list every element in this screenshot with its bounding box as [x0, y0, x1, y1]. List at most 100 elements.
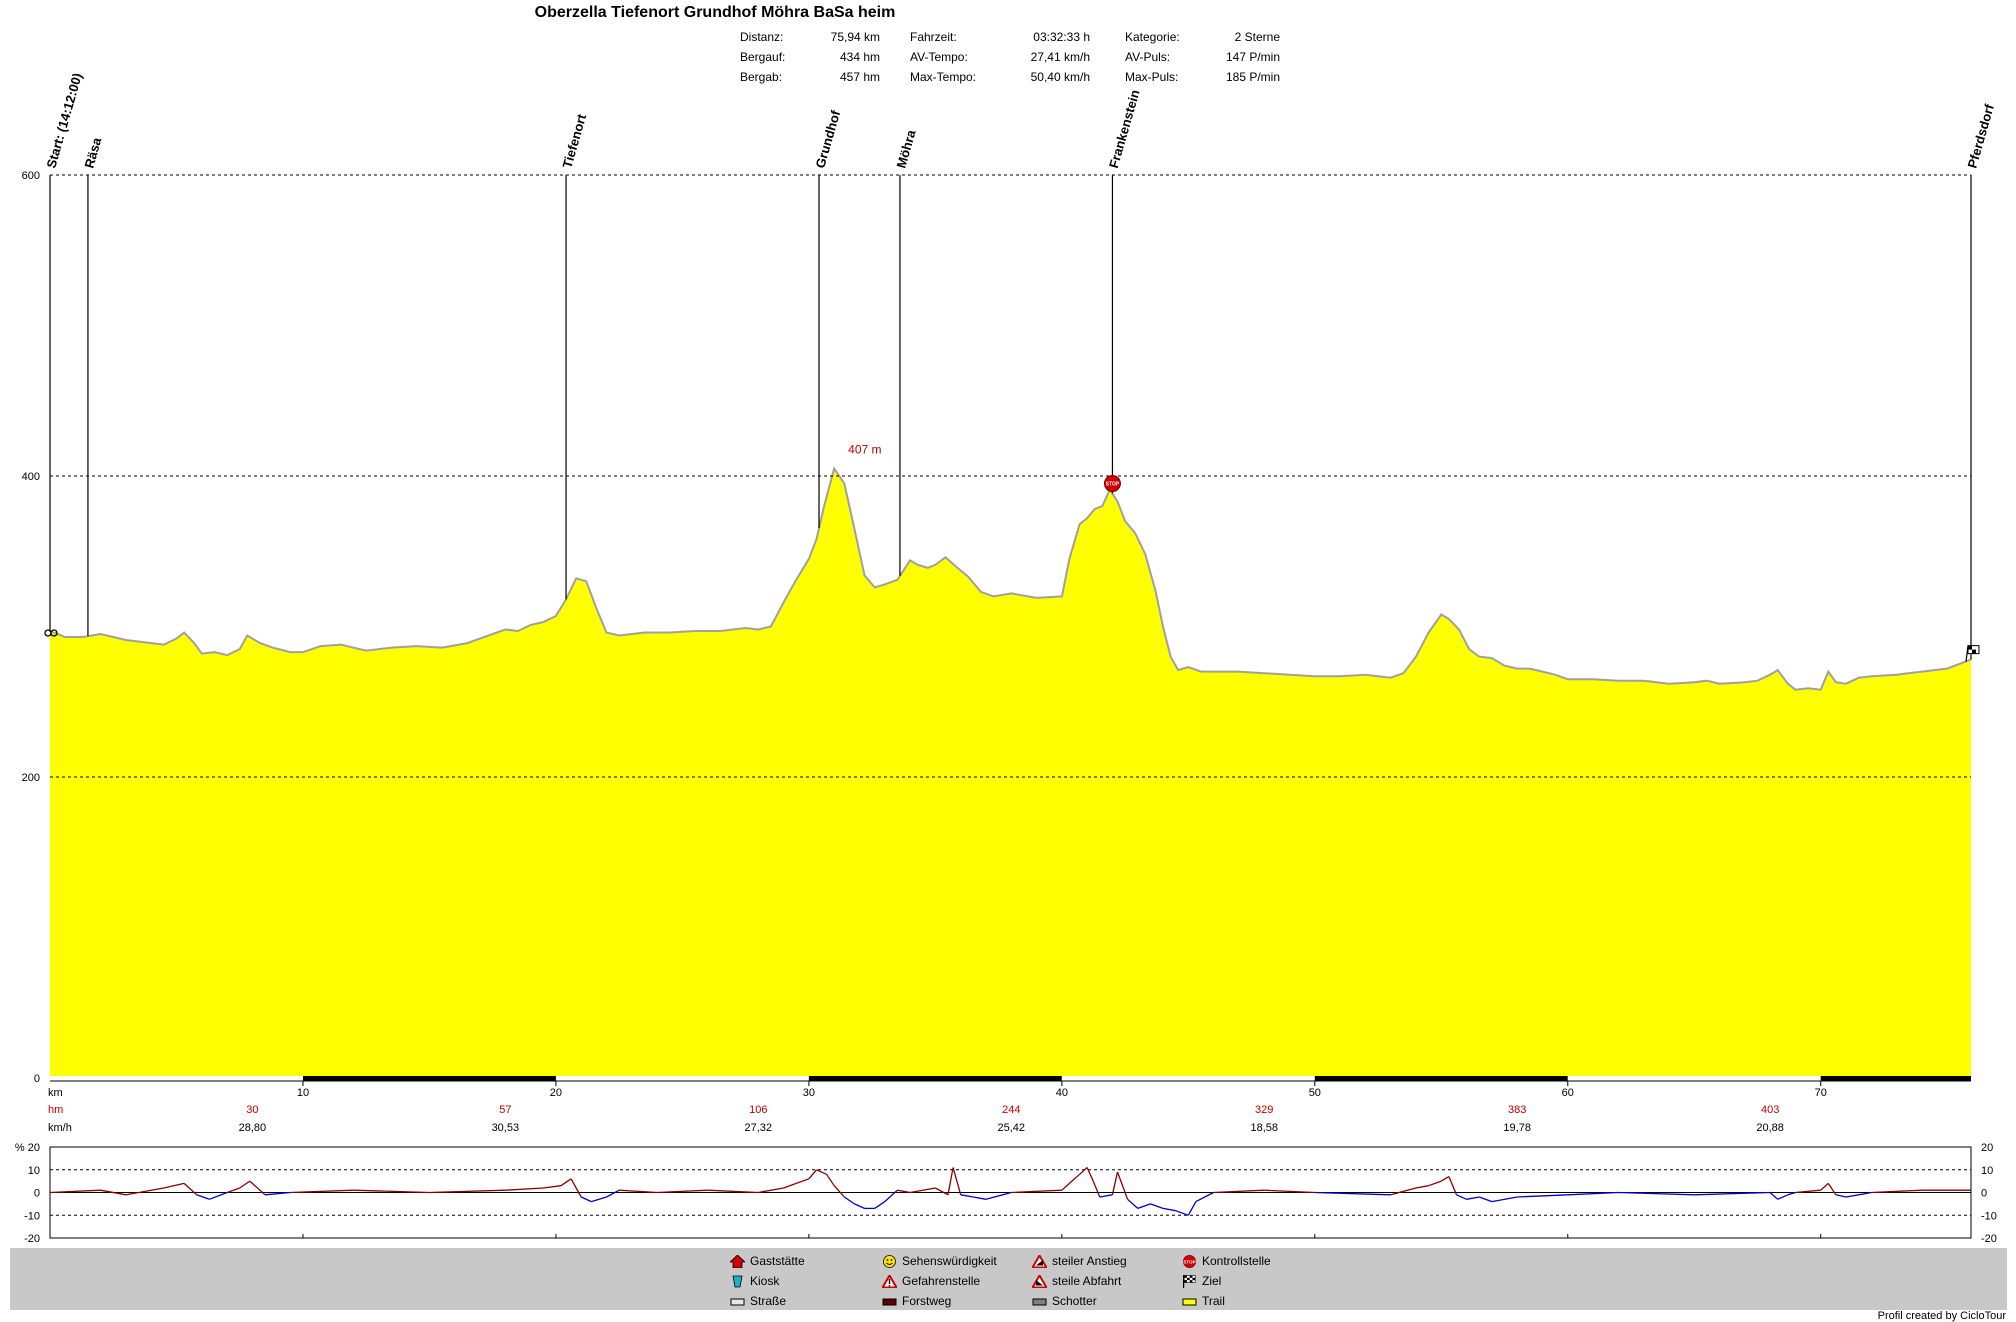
x-axis-unit: km	[48, 1087, 63, 1099]
legend-item-forstweg: Forstweg	[882, 1294, 951, 1308]
grade-segment	[1079, 1167, 1088, 1175]
grade-segment	[1061, 1182, 1070, 1191]
grade-y-tick-right: 20	[1981, 1142, 1993, 1154]
grade-segment	[1769, 1192, 1779, 1200]
legend-item-gefahrenstelle: Gefahrenstelle	[880, 1273, 980, 1288]
grade-segment	[952, 1167, 962, 1195]
grade-segment	[1091, 1178, 1101, 1198]
elevation-area	[50, 468, 1971, 1078]
grade-segment	[543, 1185, 562, 1189]
grade-y-tick-left: -20	[24, 1233, 40, 1245]
credit-text: Profil created by CicloTour	[1877, 1310, 2006, 1322]
grade-segment	[1187, 1201, 1197, 1216]
grade-segment	[1086, 1167, 1093, 1180]
grade-y-tick-left: -10	[24, 1210, 40, 1222]
x-tick-label: 40	[1056, 1087, 1068, 1099]
grade-segment	[1415, 1185, 1429, 1189]
legend-label: Kiosk	[750, 1274, 780, 1288]
grade-segment	[196, 1194, 210, 1200]
legend-item-steile-abfahrt: steile Abfahrt	[1030, 1273, 1122, 1288]
x-axis-segment	[50, 1076, 303, 1081]
grade-segment	[985, 1191, 1012, 1200]
x-tick-label: 70	[1815, 1087, 1827, 1099]
forest-road-swatch	[882, 1295, 897, 1308]
grade-segment	[1835, 1194, 1847, 1198]
legend-item-ziel: Ziel	[1182, 1274, 1221, 1288]
grade-segment	[163, 1182, 185, 1189]
hm-value: 383	[1508, 1104, 1526, 1116]
legend-item-schotter: Schotter	[1032, 1294, 1097, 1308]
grade-segment	[591, 1196, 607, 1203]
legend-item-gaststaette: Gaststätte	[728, 1253, 805, 1268]
grade-segment	[973, 1196, 987, 1200]
x-tick-label: 50	[1309, 1087, 1321, 1099]
waypoint-label: Grundhof	[812, 108, 843, 170]
grade-y-tick-right: -20	[1981, 1233, 1997, 1245]
stop-icon: STOP	[1182, 1254, 1197, 1268]
y-tick-label: 600	[22, 170, 40, 182]
x-axis-segment	[1314, 1076, 1568, 1081]
finish-flag-icon	[1182, 1274, 1197, 1288]
grade-segment	[1127, 1198, 1139, 1209]
x-tick-label: 20	[550, 1087, 562, 1099]
gravel-swatch	[1032, 1295, 1047, 1308]
grade-segment	[816, 1169, 827, 1175]
legend-label: Trail	[1202, 1294, 1225, 1308]
grade-segment	[1440, 1176, 1450, 1182]
grade-segment	[1099, 1194, 1113, 1198]
grade-y-tick-right: -10	[1981, 1210, 1997, 1222]
grade-segment	[505, 1187, 544, 1191]
grade-y-tick-left: 0	[34, 1188, 40, 1200]
steep-climb-icon	[1030, 1253, 1049, 1268]
legend-item-strasse: Straße	[730, 1294, 786, 1308]
grade-segment	[1137, 1203, 1151, 1210]
grade-segment	[1827, 1183, 1837, 1196]
house-icon	[728, 1253, 747, 1268]
grade-y-tick-left: % 20	[15, 1142, 40, 1154]
y-tick-label: 400	[22, 471, 40, 483]
peak-label: 407 m	[848, 442, 881, 456]
legend-item-steiler-anstieg: steiler Anstieg	[1030, 1253, 1127, 1268]
kiosk-icon	[730, 1275, 745, 1288]
grade-segment	[1195, 1191, 1214, 1203]
grade-segment	[833, 1185, 845, 1198]
x-axis-segment	[1820, 1076, 1971, 1081]
hm-value: 57	[499, 1104, 511, 1116]
trail-swatch	[1182, 1295, 1197, 1308]
grade-segment	[560, 1178, 572, 1187]
road-swatch	[730, 1295, 745, 1308]
legend-label: Straße	[750, 1294, 787, 1308]
grade-segment	[1116, 1171, 1129, 1200]
grade-segment	[783, 1182, 797, 1189]
grade-segment	[1517, 1194, 1568, 1198]
waypoint-label: Frankenstein	[1106, 88, 1143, 170]
grade-segment	[947, 1167, 954, 1195]
y-tick-label: 200	[22, 772, 40, 784]
waypoint-label: Start: (14:12:00)	[43, 71, 85, 170]
legend-label: steile Abfahrt	[1052, 1274, 1122, 1288]
waypoint-label: Tiefenort	[560, 112, 590, 170]
grade-segment	[1068, 1173, 1081, 1184]
legend-label: Gaststätte	[750, 1254, 805, 1268]
grade-segment	[1820, 1182, 1829, 1191]
kmh-value: 28,80	[239, 1122, 267, 1134]
waypoint-label: Möhra	[893, 127, 918, 169]
legend-label: Sehenswürdigkeit	[902, 1254, 997, 1268]
grade-segment	[1162, 1207, 1176, 1212]
hm-value: 403	[1761, 1104, 1779, 1116]
grade-segment	[1175, 1210, 1189, 1216]
legend-item-sehenswuerdigkeit: Sehenswürdigkeit	[882, 1254, 997, 1268]
kmh-value: 25,42	[997, 1122, 1025, 1134]
grade-segment	[1777, 1194, 1789, 1200]
grade-segment	[808, 1169, 817, 1180]
x-tick-label: 60	[1562, 1087, 1574, 1099]
legend-item-kiosk: Kiosk	[730, 1274, 779, 1288]
grade-segment	[606, 1189, 620, 1198]
grade-segment	[1150, 1203, 1164, 1210]
kmh-value: 30,53	[492, 1122, 520, 1134]
grade-segment	[795, 1178, 810, 1185]
grade-segment	[1466, 1196, 1480, 1200]
hm-value: 244	[1002, 1104, 1020, 1116]
waypoint-label: Räsa	[81, 135, 104, 170]
kmh-value: 19,78	[1503, 1122, 1531, 1134]
